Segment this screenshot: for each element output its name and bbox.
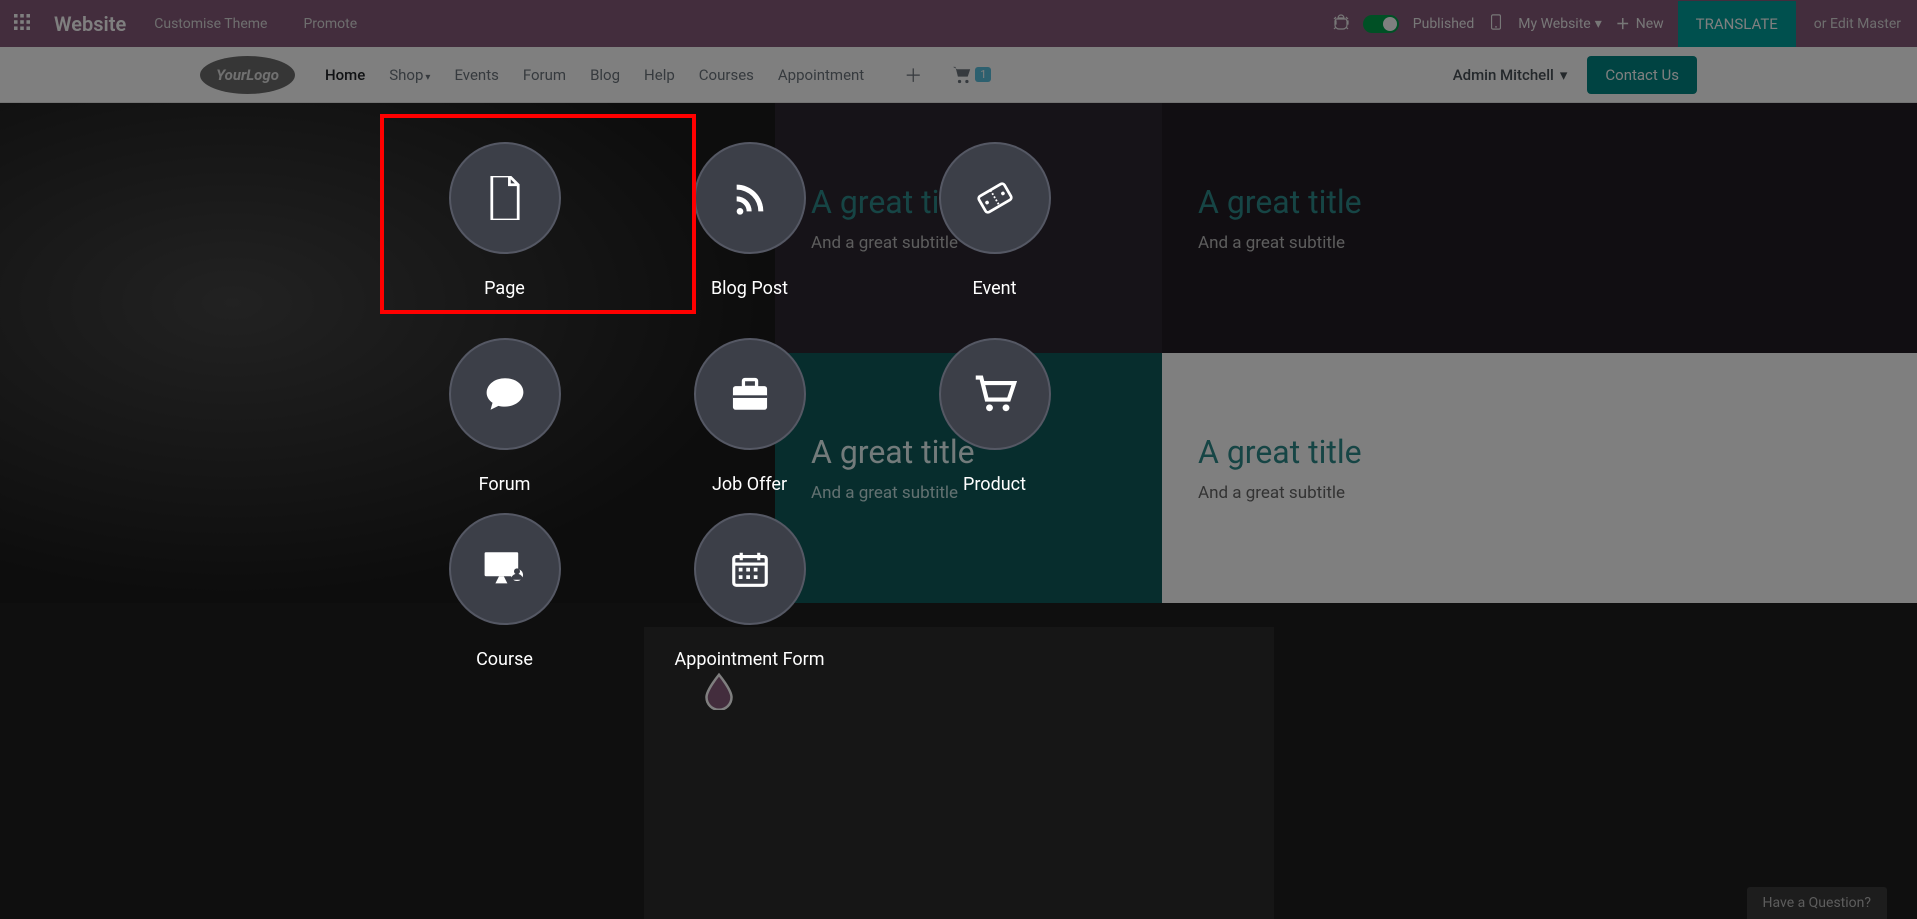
new-event-option[interactable]: Event — [872, 116, 1117, 299]
new-content-modal: Page Blog Post Event Forum Job Offer Pro… — [382, 116, 1117, 662]
new-product-option[interactable]: Product — [872, 312, 1117, 495]
new-page-option[interactable]: Page — [382, 116, 627, 299]
option-label: Blog Post — [711, 278, 788, 299]
new-course-option[interactable]: Course — [382, 487, 627, 670]
new-appointment-form-option[interactable]: Appointment Form — [627, 487, 872, 670]
option-label: Event — [973, 278, 1017, 299]
new-forum-option[interactable]: Forum — [382, 312, 627, 495]
new-blog-post-option[interactable]: Blog Post — [627, 116, 872, 299]
option-label: Product — [963, 474, 1026, 495]
new-job-offer-option[interactable]: Job Offer — [627, 312, 872, 495]
option-label: Appointment Form — [675, 649, 825, 670]
option-label: Page — [484, 278, 525, 299]
option-label: Course — [476, 649, 533, 670]
